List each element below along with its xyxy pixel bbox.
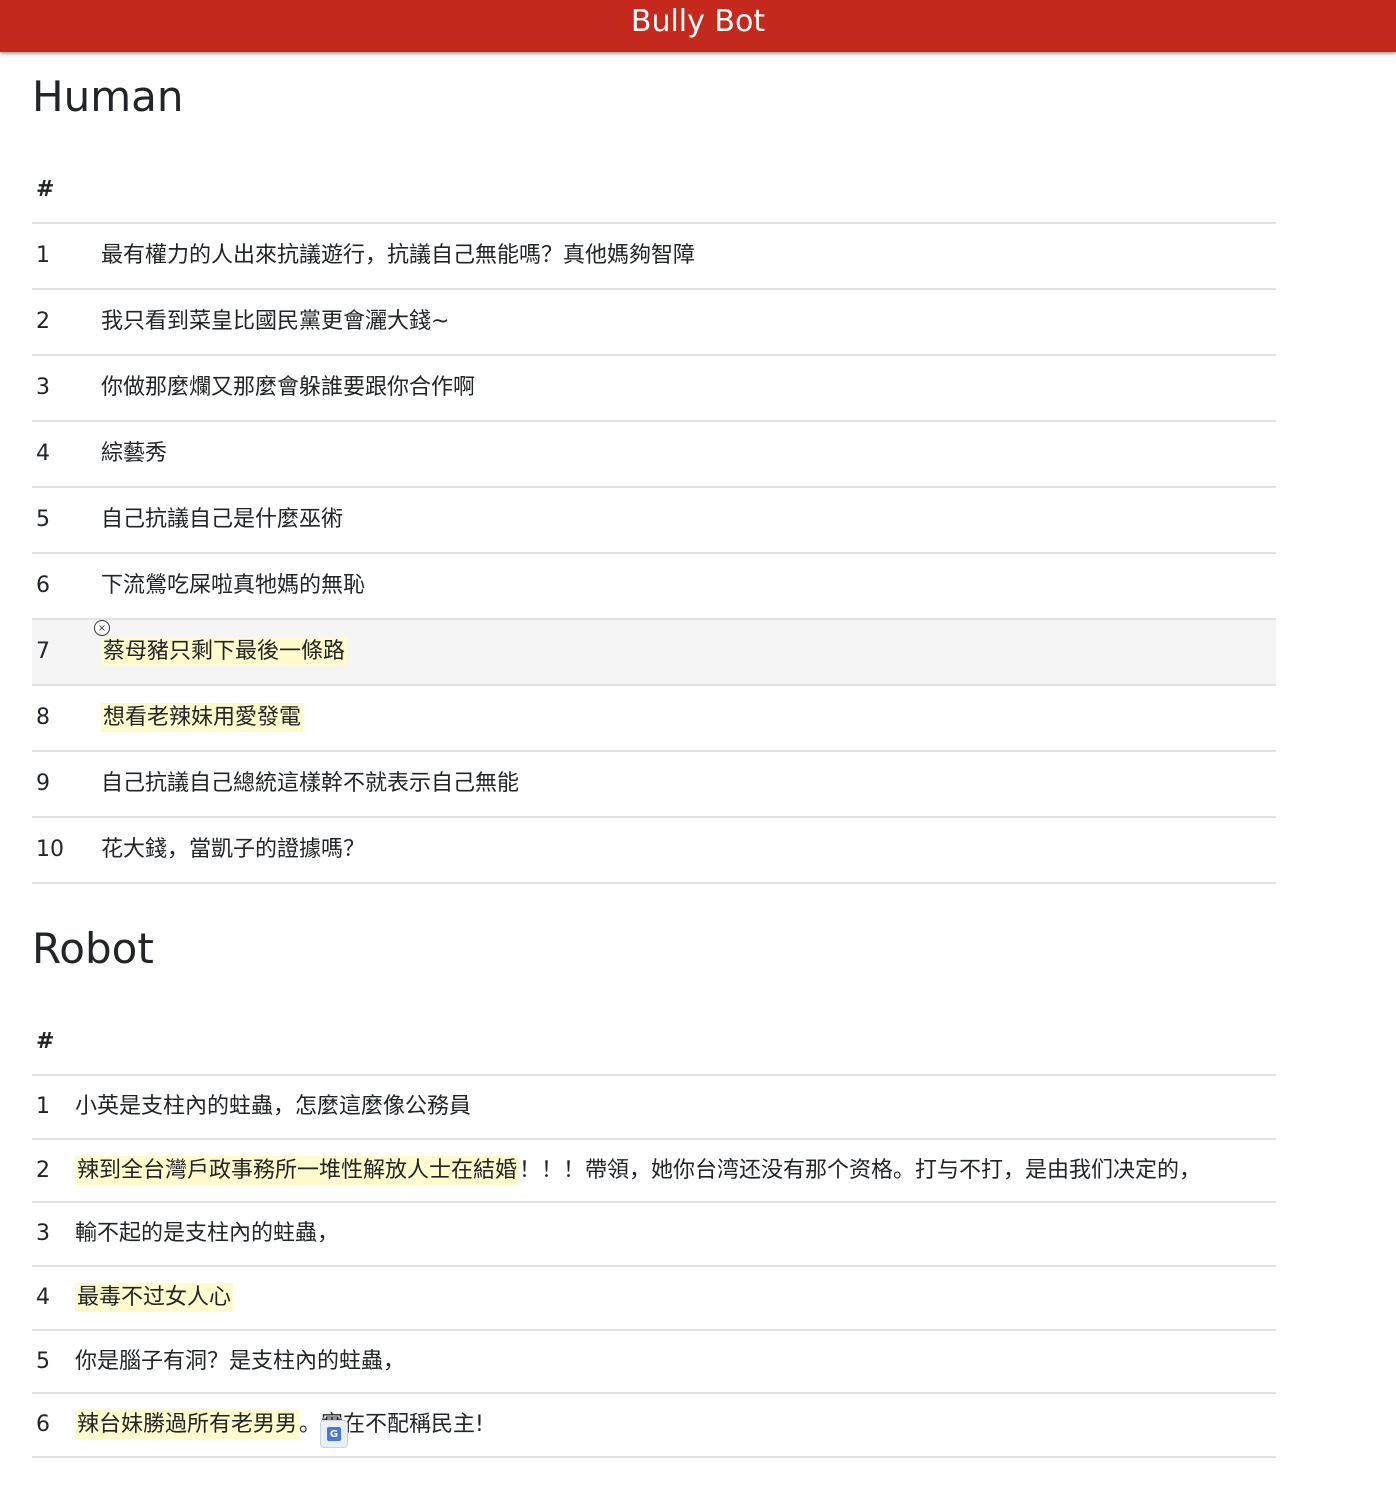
table-row: 10 花大錢，當凱子的證據嗎？ (32, 817, 1276, 884)
row-index: 7 (32, 619, 101, 686)
table-row: 9 自己抗議自己總統這樣幹不就表示自己無能 (32, 751, 1276, 818)
close-circle-icon[interactable]: × (94, 620, 110, 636)
row-index: 2 (32, 1138, 75, 1204)
row-text-cell: 小英是支柱內的蛀蟲，怎麼這麼像公務員 (75, 1075, 1276, 1140)
navbar-brand[interactable]: Bully Bot (631, 7, 765, 37)
row-index: 5 (32, 487, 101, 554)
row-index: 1 (32, 223, 101, 290)
table-row: 7 蔡母豬只剩下最後一條路 (32, 619, 1276, 686)
row-highlight: 蔡母豬只剩下最後一條路 (101, 637, 348, 667)
table-row: 1 小英是支柱內的蛀蟲，怎麼這麼像公務員 (32, 1075, 1276, 1140)
row-text: 自己抗議自己是什麼巫術 (101, 507, 344, 533)
row-index: 5 (32, 1329, 75, 1395)
row-text: 小英是支柱內的蛀蟲，怎麼這麼像公務員 (75, 1094, 472, 1119)
row-text-cell: 下流鶯吃屎啦真牠媽的無恥 (101, 553, 1276, 620)
table-row: 6 辣台妹勝過所有老男男。實在不配稱民主! (32, 1393, 1276, 1459)
row-highlight: 想看老辣妹用愛發電 (101, 703, 304, 733)
row-index: 8 (32, 685, 101, 752)
row-index: 3 (32, 355, 101, 422)
row-index: 10 (32, 817, 101, 884)
robot-table: # 1 小英是支柱內的蛀蟲，怎麼這麼像公務員 2 辣到全台灣戶政事務所一堆性解放人士在… (32, 1008, 1276, 1459)
row-text-cell: 花大錢，當凱子的證據嗎？ (101, 817, 1276, 884)
human-section: Human # 1 最有權力的人出來抗議遊行，抗議自己無能嗎？真他媽夠智障 2 我只看… (32, 76, 1276, 884)
table-row: 2 辣到全台灣戶政事務所一堆性解放人士在結婚！！！帶領，她你台湾还没有那个资格。打… (32, 1138, 1276, 1204)
table-row: 1 最有權力的人出來抗議遊行，抗議自己無能嗎？真他媽夠智障 (32, 223, 1276, 290)
row-text-cell: 你做那麼爛又那麼會躲誰要跟你合作啊 (101, 355, 1276, 422)
table-row: 5 自己抗議自己是什麼巫術 (32, 487, 1276, 554)
row-text: 綜藝秀 (101, 441, 168, 467)
table-row: 6 下流鶯吃屎啦真牠媽的無恥 (32, 553, 1276, 620)
row-index: 6 (32, 553, 101, 620)
row-text: 輸不起的是支柱內的蛀蟲， (75, 1221, 340, 1247)
table-row: 4 最毒不过女人心 (32, 1266, 1276, 1331)
row-text: 你做那麼爛又那麼會躲誰要跟你合作啊 (101, 375, 476, 401)
table-row: 4 綜藝秀 (32, 421, 1276, 488)
row-text-cell: 想看老辣妹用愛發電 (101, 685, 1276, 752)
row-text: 最有權力的人出來抗議遊行，抗議自己無能嗎？真他媽夠智障 (101, 243, 696, 269)
google-translate-icon[interactable]: G (320, 1420, 348, 1448)
human-table: # 1 最有權力的人出來抗議遊行，抗議自己無能嗎？真他媽夠智障 2 我只看到菜皇比國民… (32, 156, 1276, 884)
human-heading: Human (32, 72, 184, 121)
table-row: 2 我只看到菜皇比國民黨更會灑大錢~ (32, 289, 1276, 356)
human-column-header: # (32, 156, 1276, 224)
row-index: 3 (32, 1202, 75, 1268)
row-text-rest: ！！！帶領，她你台湾还没有那个资格。打与不打，是由我们决定的， (519, 1157, 1202, 1183)
row-text-cell: 辣台妹勝過所有老男男。實在不配稱民主! (75, 1393, 1276, 1459)
table-row: 8 想看老辣妹用愛發電 (32, 685, 1276, 752)
row-text: 自己抗議自己總統這樣幹不就表示自己無能 (101, 771, 520, 797)
row-highlight: 最毒不过女人心 (75, 1283, 234, 1313)
row-text-cell: 自己抗議自己是什麼巫術 (101, 487, 1276, 554)
row-highlight: 辣台妹勝過所有老男男 (75, 1410, 300, 1440)
row-index: 1 (32, 1075, 75, 1140)
row-text-cell: 你是腦子有洞？是支柱內的蛀蟲， (75, 1329, 1276, 1395)
robot-heading: Robot (32, 924, 154, 973)
row-text-cell: 我只看到菜皇比國民黨更會灑大錢~ (101, 289, 1276, 356)
table-row: 5 你是腦子有洞？是支柱內的蛀蟲， (32, 1329, 1276, 1395)
robot-table-header-row: # (32, 1008, 1276, 1076)
row-text-cell: 輸不起的是支柱內的蛀蟲， (75, 1202, 1276, 1268)
row-text-cell: 自己抗議自己總統這樣幹不就表示自己無能 (101, 751, 1276, 818)
navbar: Bully Bot (0, 0, 1396, 52)
robot-section: Robot # 1 小英是支柱內的蛀蟲，怎麼這麼像公務員 2 辣到全台灣戶政事務所一堆… (32, 924, 1276, 1459)
translate-glyph: G (327, 1427, 341, 1441)
row-text-cell: 最毒不过女人心 (75, 1266, 1276, 1331)
row-text-cell: 辣到全台灣戶政事務所一堆性解放人士在結婚！！！帶領，她你台湾还没有那个资格。打与… (75, 1138, 1276, 1204)
row-text: 下流鶯吃屎啦真牠媽的無恥 (101, 573, 366, 599)
row-index: 4 (32, 1266, 75, 1331)
table-row: 3 你做那麼爛又那麼會躲誰要跟你合作啊 (32, 355, 1276, 422)
row-index: 2 (32, 289, 101, 356)
row-text-cell: 最有權力的人出來抗議遊行，抗議自己無能嗎？真他媽夠智障 (101, 223, 1276, 290)
row-text-cell: 蔡母豬只剩下最後一條路 (101, 619, 1276, 686)
row-text: 你是腦子有洞？是支柱內的蛀蟲， (75, 1348, 406, 1374)
row-highlight: 辣到全台灣戶政事務所一堆性解放人士在結婚 (75, 1155, 520, 1185)
row-index: 6 (32, 1393, 75, 1459)
row-index: 4 (32, 421, 101, 488)
robot-column-header: # (32, 1008, 1276, 1076)
row-text-cell: 綜藝秀 (101, 421, 1276, 488)
row-text: 花大錢，當凱子的證據嗎？ (101, 837, 366, 863)
table-row: 3 輸不起的是支柱內的蛀蟲， (32, 1202, 1276, 1268)
row-index: 9 (32, 751, 101, 818)
human-table-header-row: # (32, 156, 1276, 224)
row-text: 我只看到菜皇比國民黨更會灑大錢~ (101, 309, 450, 335)
